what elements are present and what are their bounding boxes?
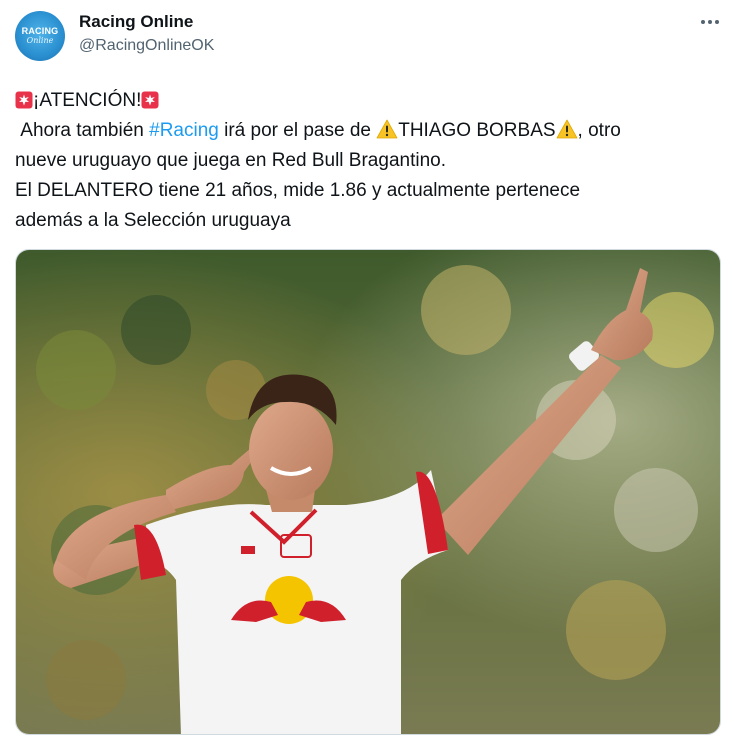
text-segment: irá por el pase de (218, 120, 377, 141)
tweet-line-4: El DELANTERO tiene 21 años, mide 1.86 y … (15, 180, 581, 201)
tweet-line-3: nueve uruguayo que juega en Red Bull Bra… (15, 150, 446, 171)
tweet-card: RACING Online Racing Online @RacingOnlin… (0, 0, 740, 755)
author-name[interactable]: Racing Online (79, 12, 193, 32)
tweet-line-1: ¡ATENCIÓN! (15, 86, 720, 116)
author-avatar[interactable]: RACING Online (15, 11, 65, 61)
police-siren-icon (141, 89, 159, 109)
police-siren-icon (15, 89, 33, 109)
tweet-line-2: Ahora también #Racing irá por el pase de… (15, 116, 720, 146)
text-segment: Ahora también (20, 120, 150, 141)
headline-text: ¡ATENCIÓN! (33, 90, 142, 111)
player-name: THIAGO BORBAS (398, 120, 556, 141)
player-photo-illustration (16, 250, 720, 734)
warning-icon (376, 119, 398, 139)
tweet-line-5: además a la Selección uruguaya (15, 210, 291, 231)
hashtag-link[interactable]: #Racing (149, 120, 219, 141)
avatar-logo-text: RACING (21, 26, 59, 36)
tweet-photo[interactable] (15, 249, 721, 735)
text-segment: , otro (577, 120, 621, 141)
more-options-icon[interactable] (697, 12, 723, 32)
tweet-text: ¡ATENCIÓN! Ahora también #Racing irá por… (15, 86, 720, 236)
author-handle[interactable]: @RacingOnlineOK (79, 37, 214, 55)
avatar-logo-script: Online (26, 36, 54, 45)
warning-icon (556, 119, 578, 139)
